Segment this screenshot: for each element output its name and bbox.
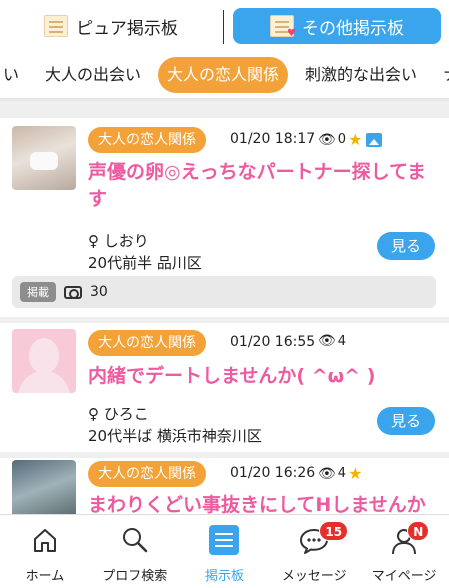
poster-info: 20代前半 品川区 [88,254,202,272]
nav-messages[interactable]: 15 メッセージ [269,515,359,588]
board-switcher: ピュア掲示板 ♥ その他掲示板 [0,0,449,52]
nav-profile-search[interactable]: プロフ検索 [90,515,180,588]
nav-mypage-label: マイページ [371,569,437,584]
post-time: 01/20 18:17 [230,131,316,147]
listed-badge: 掲載 [20,282,56,302]
view-count: 4 [337,466,347,481]
nav-board[interactable]: 掲示板 [180,515,270,588]
bottom-nav: ホーム プロフ検索 掲示板 15 メッセージ N マイページ [0,514,449,588]
post-card[interactable]: 大人の恋人関係 01/20 16:26 👁 4 ★ まわりくどい事抜きにしてHし… [0,458,449,514]
post-title[interactable]: 内緒でデートしませんか( ^ω^ ) [88,363,440,390]
category-badge: 大人の恋人関係 [88,330,206,356]
post-time: 01/20 16:55 [230,334,316,350]
board-divider [223,10,224,44]
nav-home-label: ホーム [25,569,65,584]
image-icon [366,132,383,147]
other-board-label: その他掲示板 [302,18,404,39]
view-button[interactable]: 見る [377,232,435,260]
category-tab[interactable]: ナ [434,57,449,93]
category-tab-exciting-meeting[interactable]: 刺激的な出会い [296,57,426,93]
avatar[interactable] [12,126,76,190]
category-badge: 大人の恋人関係 [88,127,206,153]
nav-messages-label: メッセージ [281,569,347,584]
board-note-icon [44,15,69,37]
post-meta: 👁 0 ★ [318,130,383,149]
nav-board-label: 掲示板 [204,569,244,584]
home-icon [33,529,56,552]
eye-icon: 👁 [318,333,336,349]
nav-home[interactable]: ホーム [0,515,90,588]
category-badge: 大人の恋人関係 [88,461,206,487]
board-heart-note-icon: ♥ [270,15,296,39]
mypage-new-badge: N [407,521,430,541]
post-title[interactable]: まわりくどい事抜きにしてHしませんか [88,492,440,514]
star-icon: ★ [348,130,363,149]
post-footer: 掲載 30 [12,276,436,308]
nav-profile-search-label: プロフ検索 [102,569,168,584]
view-button[interactable]: 見る [377,407,435,435]
poster-info: 20代半ば 横浜市神奈川区 [88,427,262,445]
category-tabs: い 大人の出会い 大人の恋人関係 刺激的な出会い ナ [0,52,449,98]
poster-name: ♀ ひろこ [88,405,149,423]
star-icon: ★ [348,464,363,483]
view-count: 4 [337,333,347,349]
post-meta: 👁 4 ★ [318,464,362,483]
category-tab-adult-relationship[interactable]: 大人の恋人関係 [158,57,289,93]
board-list-icon [209,525,240,555]
nav-mypage[interactable]: N マイページ [359,515,449,588]
messages-count-badge: 15 [319,521,349,541]
post-feed[interactable]: 大人の恋人関係 01/20 18:17 👁 0 ★ 声優の卵◎えっちなパートナー… [0,104,449,514]
post-card[interactable]: 大人の恋人関係 01/20 18:17 👁 0 ★ 声優の卵◎えっちなパートナー… [0,118,449,317]
post-title[interactable]: 声優の卵◎えっちなパートナー探してます [88,159,440,213]
category-tab-adult-meeting[interactable]: 大人の出会い [36,57,150,93]
category-tab[interactable]: い [0,57,28,93]
other-board-tab[interactable]: ♥ その他掲示板 [233,8,441,44]
avatar-placeholder[interactable] [12,329,76,393]
post-time: 01/20 16:26 [230,465,316,481]
post-meta: 👁 4 [318,333,346,349]
photo-count: 30 [90,284,108,300]
eye-icon: 👁 [318,465,336,482]
pure-board-tab[interactable]: ピュア掲示板 [0,6,222,46]
eye-icon: 👁 [318,131,336,148]
poster-name: ♀ しおり [88,232,149,250]
pure-board-label: ピュア掲示板 [76,18,178,39]
view-count: 0 [337,132,347,147]
search-icon [122,528,147,553]
camera-icon [64,285,82,299]
post-card[interactable]: 大人の恋人関係 01/20 16:55 👁 4 内緒でデートしませんか( ^ω^… [0,323,449,452]
avatar[interactable] [12,460,76,514]
